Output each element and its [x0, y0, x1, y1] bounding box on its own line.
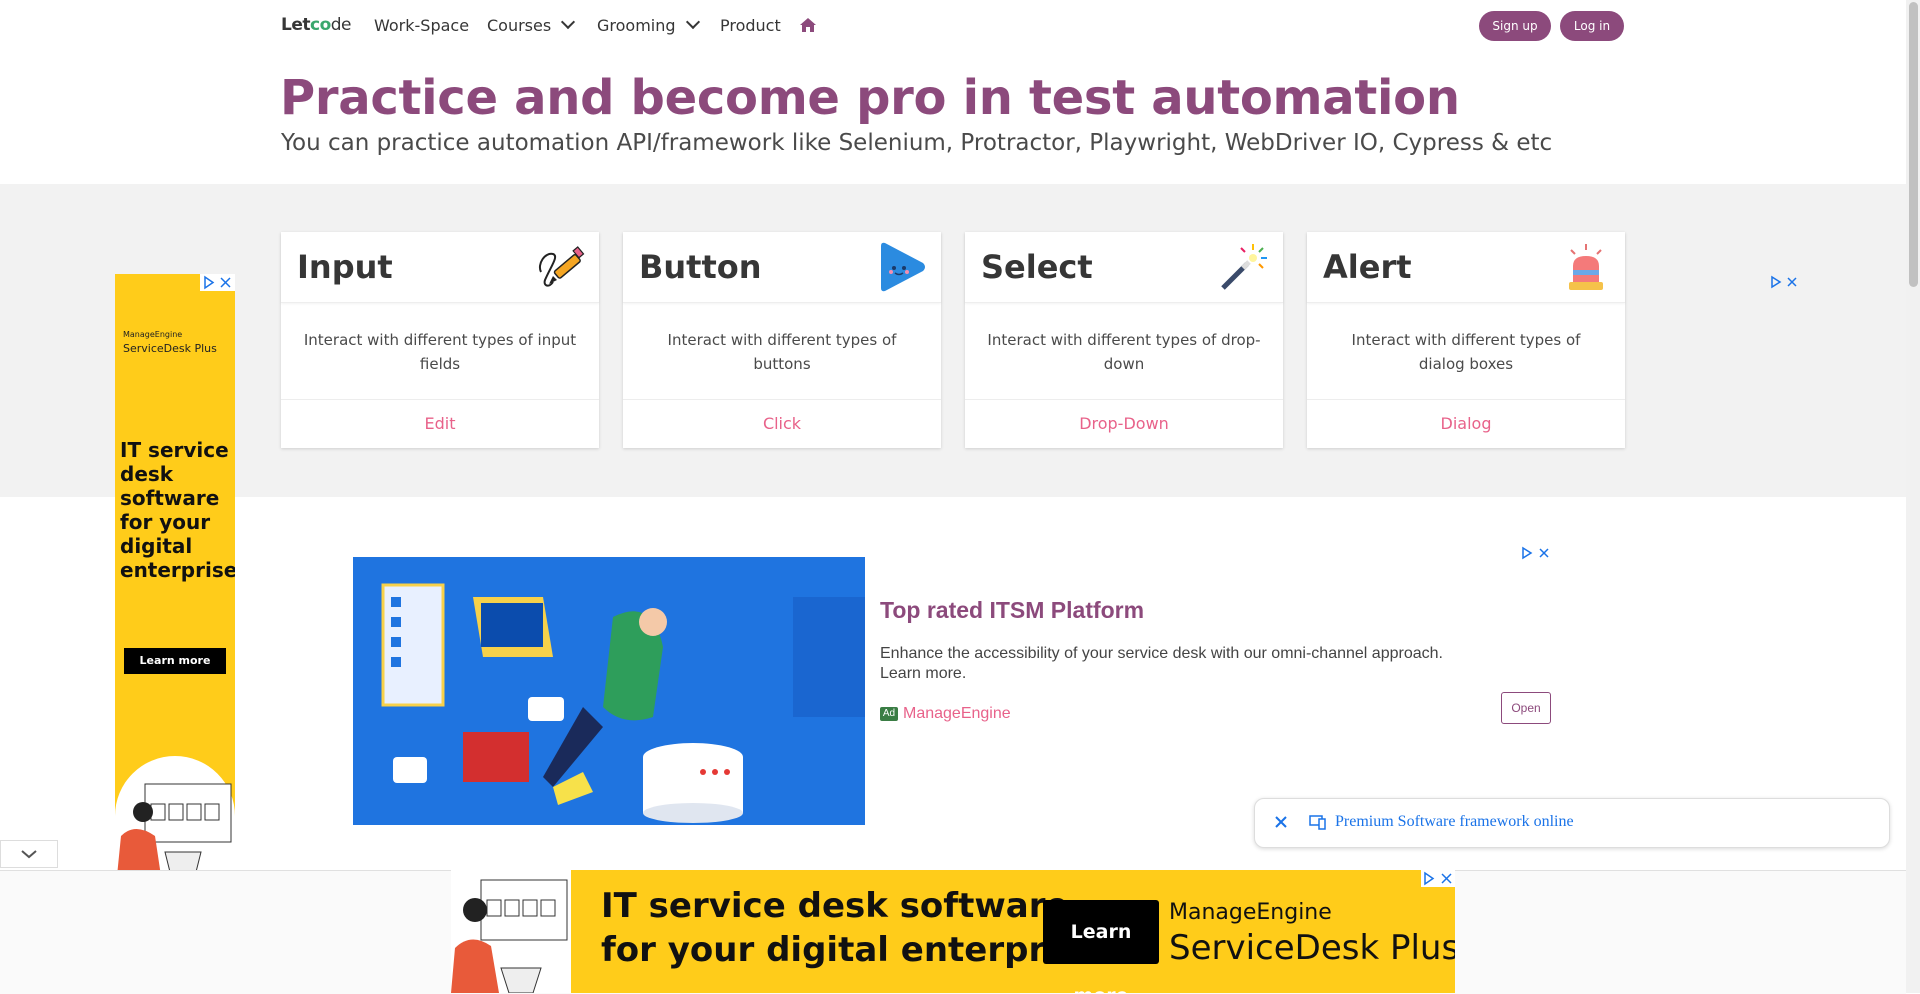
page-subtitle: You can practice automation API/framewor…	[281, 130, 1553, 156]
bottom-ad-learn-more-button[interactable]: Learn more	[1043, 900, 1159, 993]
page-title: Practice and become pro in test automati…	[280, 70, 1460, 126]
brand-de: de	[330, 15, 352, 35]
card-select: Select Interact with different types of …	[965, 232, 1283, 448]
scrollbar-thumb[interactable]	[1909, 2, 1918, 287]
ad-choices[interactable]	[200, 274, 235, 291]
login-button[interactable]: Log in	[1560, 11, 1624, 41]
card-description: Interact with different types of drop-do…	[987, 331, 1261, 373]
mid-ad-image[interactable]	[353, 557, 865, 825]
premium-search-bar[interactable]: Premium Software framework online	[1254, 798, 1890, 848]
nav-grooming-label: Grooming	[597, 16, 676, 35]
card-header: Alert	[1307, 232, 1625, 303]
mid-ad-body: Enhance the accessibility of your servic…	[880, 645, 1443, 682]
expand-toggle-button[interactable]	[0, 840, 58, 868]
mid-ad-title[interactable]: Top rated ITSM Platform	[880, 597, 1144, 624]
siren-icon	[1561, 242, 1611, 292]
mid-ad-advertiser[interactable]: ManageEngine	[903, 705, 1011, 723]
card-title: Select	[981, 248, 1093, 286]
nav-workspace[interactable]: Work-Space	[374, 16, 469, 35]
ad-choices-right[interactable]	[1769, 274, 1799, 290]
card-alert: Alert Interact with different types of d…	[1307, 232, 1625, 448]
card-link-dropdown[interactable]: Drop-Down	[965, 399, 1283, 448]
bottom-ad[interactable]: IT service desk software for your digita…	[451, 870, 1455, 993]
devices-icon	[1309, 814, 1327, 830]
card-link-click[interactable]: Click	[623, 399, 941, 448]
bottom-ad-headline-2: for your digital enterprise	[601, 930, 1101, 970]
side-ad[interactable]: ManageEngine ServiceDesk Plus IT service…	[115, 274, 235, 876]
card-title: Button	[639, 248, 762, 286]
ad-brand-small: ManageEngine	[123, 330, 183, 339]
ad-badge: Ad	[880, 707, 898, 721]
card-title: Input	[297, 248, 393, 286]
brand-logo[interactable]: Letcode	[281, 15, 352, 35]
card-description: Interact with different types of dialog …	[1351, 331, 1581, 373]
magic-wand-icon	[1219, 242, 1269, 292]
brand-c: c	[310, 15, 320, 35]
nav-grooming[interactable]: Grooming	[597, 14, 700, 35]
play-button-icon	[877, 242, 927, 292]
bottom-ad-brand-top: ManageEngine	[1169, 900, 1332, 925]
navbar: Letcode Work-Space Courses Grooming Prod…	[0, 0, 1906, 52]
brand-let: Let	[281, 15, 311, 35]
home-icon[interactable]	[799, 17, 817, 33]
pencil-icon	[535, 242, 585, 292]
premium-link[interactable]: Premium Software framework online	[1335, 813, 1574, 831]
bottom-ad-brand-bottom: ServiceDesk Plus	[1169, 928, 1455, 968]
ad-illustration	[115, 756, 235, 876]
nav-courses[interactable]: Courses	[487, 14, 576, 35]
nav-courses-label: Courses	[487, 16, 552, 35]
card-header: Button	[623, 232, 941, 303]
card-header: Input	[281, 232, 599, 303]
card-header: Select	[965, 232, 1283, 303]
ad-brand: ServiceDesk Plus	[123, 342, 217, 355]
chevron-down-icon	[685, 14, 700, 30]
close-icon[interactable]	[1273, 814, 1289, 830]
ad-choices-bottom[interactable]	[1421, 870, 1455, 887]
mid-ad-open-button[interactable]: Open	[1501, 692, 1551, 724]
bottom-ad-illustration	[451, 870, 571, 993]
card-description: Interact with different types of buttons	[667, 331, 897, 373]
brand-o: o	[319, 15, 332, 35]
card-input: Input Interact with different types of i…	[281, 232, 599, 448]
card-link-dialog[interactable]: Dialog	[1307, 399, 1625, 448]
card-description: Interact with different types of input f…	[303, 331, 577, 373]
bottom-ad-headline-1: IT service desk software	[601, 886, 1069, 926]
ad-headline: IT service desk software for your digita…	[120, 438, 235, 582]
card-link-edit[interactable]: Edit	[281, 399, 599, 448]
card-title: Alert	[1323, 248, 1412, 286]
nav-product[interactable]: Product	[720, 16, 781, 35]
ad-choices-mid[interactable]	[1520, 545, 1552, 561]
ad-learn-more-button[interactable]: Learn more	[124, 648, 226, 674]
signup-button[interactable]: Sign up	[1479, 11, 1551, 41]
chevron-down-icon	[561, 14, 576, 30]
card-button: Button Interact with different types of …	[623, 232, 941, 448]
